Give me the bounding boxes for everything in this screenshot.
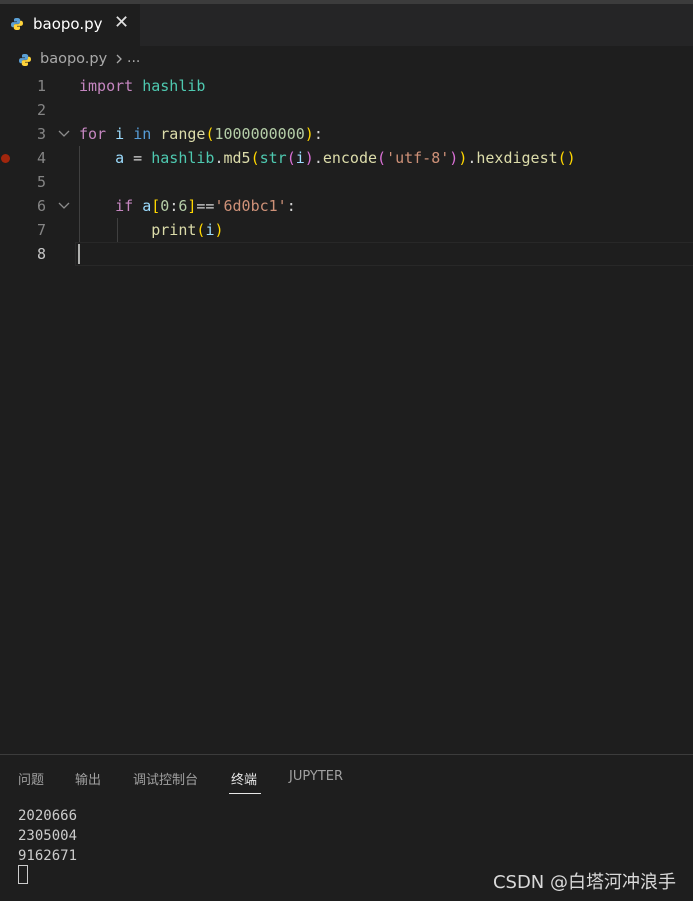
code-text: print(i): [151, 221, 224, 239]
code-text: a = hashlib.md5(str(i).encode('utf-8')).…: [115, 149, 576, 167]
python-icon: [11, 18, 23, 30]
line-number: 5: [36, 173, 46, 191]
terminal-line: 9162671: [18, 848, 78, 864]
code-text: for i in range(1000000000):: [79, 125, 323, 143]
line-number: 3: [36, 125, 46, 143]
tab-label: baopo.py: [33, 15, 103, 33]
active-tab-underline: [229, 793, 261, 794]
code-line: 5: [0, 170, 693, 194]
terminal-line: 2020666: [18, 808, 78, 824]
code-line: 1 import hashlib: [0, 74, 693, 98]
line-number: 7: [36, 221, 46, 239]
code-editor[interactable]: 1 import hashlib 2 3 for i in range(1000…: [0, 74, 693, 754]
terminal-cursor[interactable]: [18, 865, 28, 884]
watermark: CSDN @白塔河冲浪手: [492, 872, 676, 893]
tab-baopo-py[interactable]: baopo.py ✕: [0, 4, 140, 46]
text-caret: [78, 244, 80, 264]
close-icon[interactable]: ✕: [114, 12, 129, 34]
tab-problems[interactable]: 问题: [18, 769, 44, 788]
tab-debug-console[interactable]: 调试控制台: [133, 769, 198, 788]
breadcrumb-file[interactable]: baopo.py: [40, 51, 107, 67]
line-number: 2: [36, 101, 46, 119]
breadcrumb: baopo.py ...: [0, 46, 693, 74]
line-number: 8: [36, 245, 46, 263]
code-line: 4 a = hashlib.md5(str(i).encode('utf-8')…: [0, 146, 693, 170]
code-text: if a[0:6]=='6d0bc1':: [115, 197, 296, 215]
tab-jupyter[interactable]: JUPYTER: [289, 769, 343, 784]
breakpoint-icon[interactable]: [1, 154, 10, 163]
current-line-highlight: [75, 242, 693, 266]
chevron-down-icon[interactable]: [57, 129, 71, 139]
editor-tab-bar: baopo.py ✕: [0, 4, 693, 46]
code-line: 3 for i in range(1000000000):: [0, 122, 693, 146]
chevron-down-icon[interactable]: [57, 201, 71, 211]
tab-terminal[interactable]: 终端: [231, 769, 257, 788]
chevron-right-icon: [116, 54, 122, 64]
line-number: 4: [36, 149, 46, 167]
line-number: 1: [36, 77, 46, 95]
code-line: 2: [0, 98, 693, 122]
tab-output[interactable]: 输出: [75, 769, 101, 788]
bottom-panel: 问题 输出 调试控制台 终端 JUPYTER 2020666 2305004 9…: [0, 754, 693, 901]
code-line: 7 print(i): [0, 218, 693, 242]
code-text: import hashlib: [79, 77, 206, 95]
code-line-current: 8: [0, 242, 693, 266]
line-number: 6: [36, 197, 46, 215]
breadcrumb-more[interactable]: ...: [127, 50, 140, 66]
python-icon: [19, 54, 31, 66]
code-line: 6 if a[0:6]=='6d0bc1':: [0, 194, 693, 218]
terminal-line: 2305004: [18, 828, 78, 844]
